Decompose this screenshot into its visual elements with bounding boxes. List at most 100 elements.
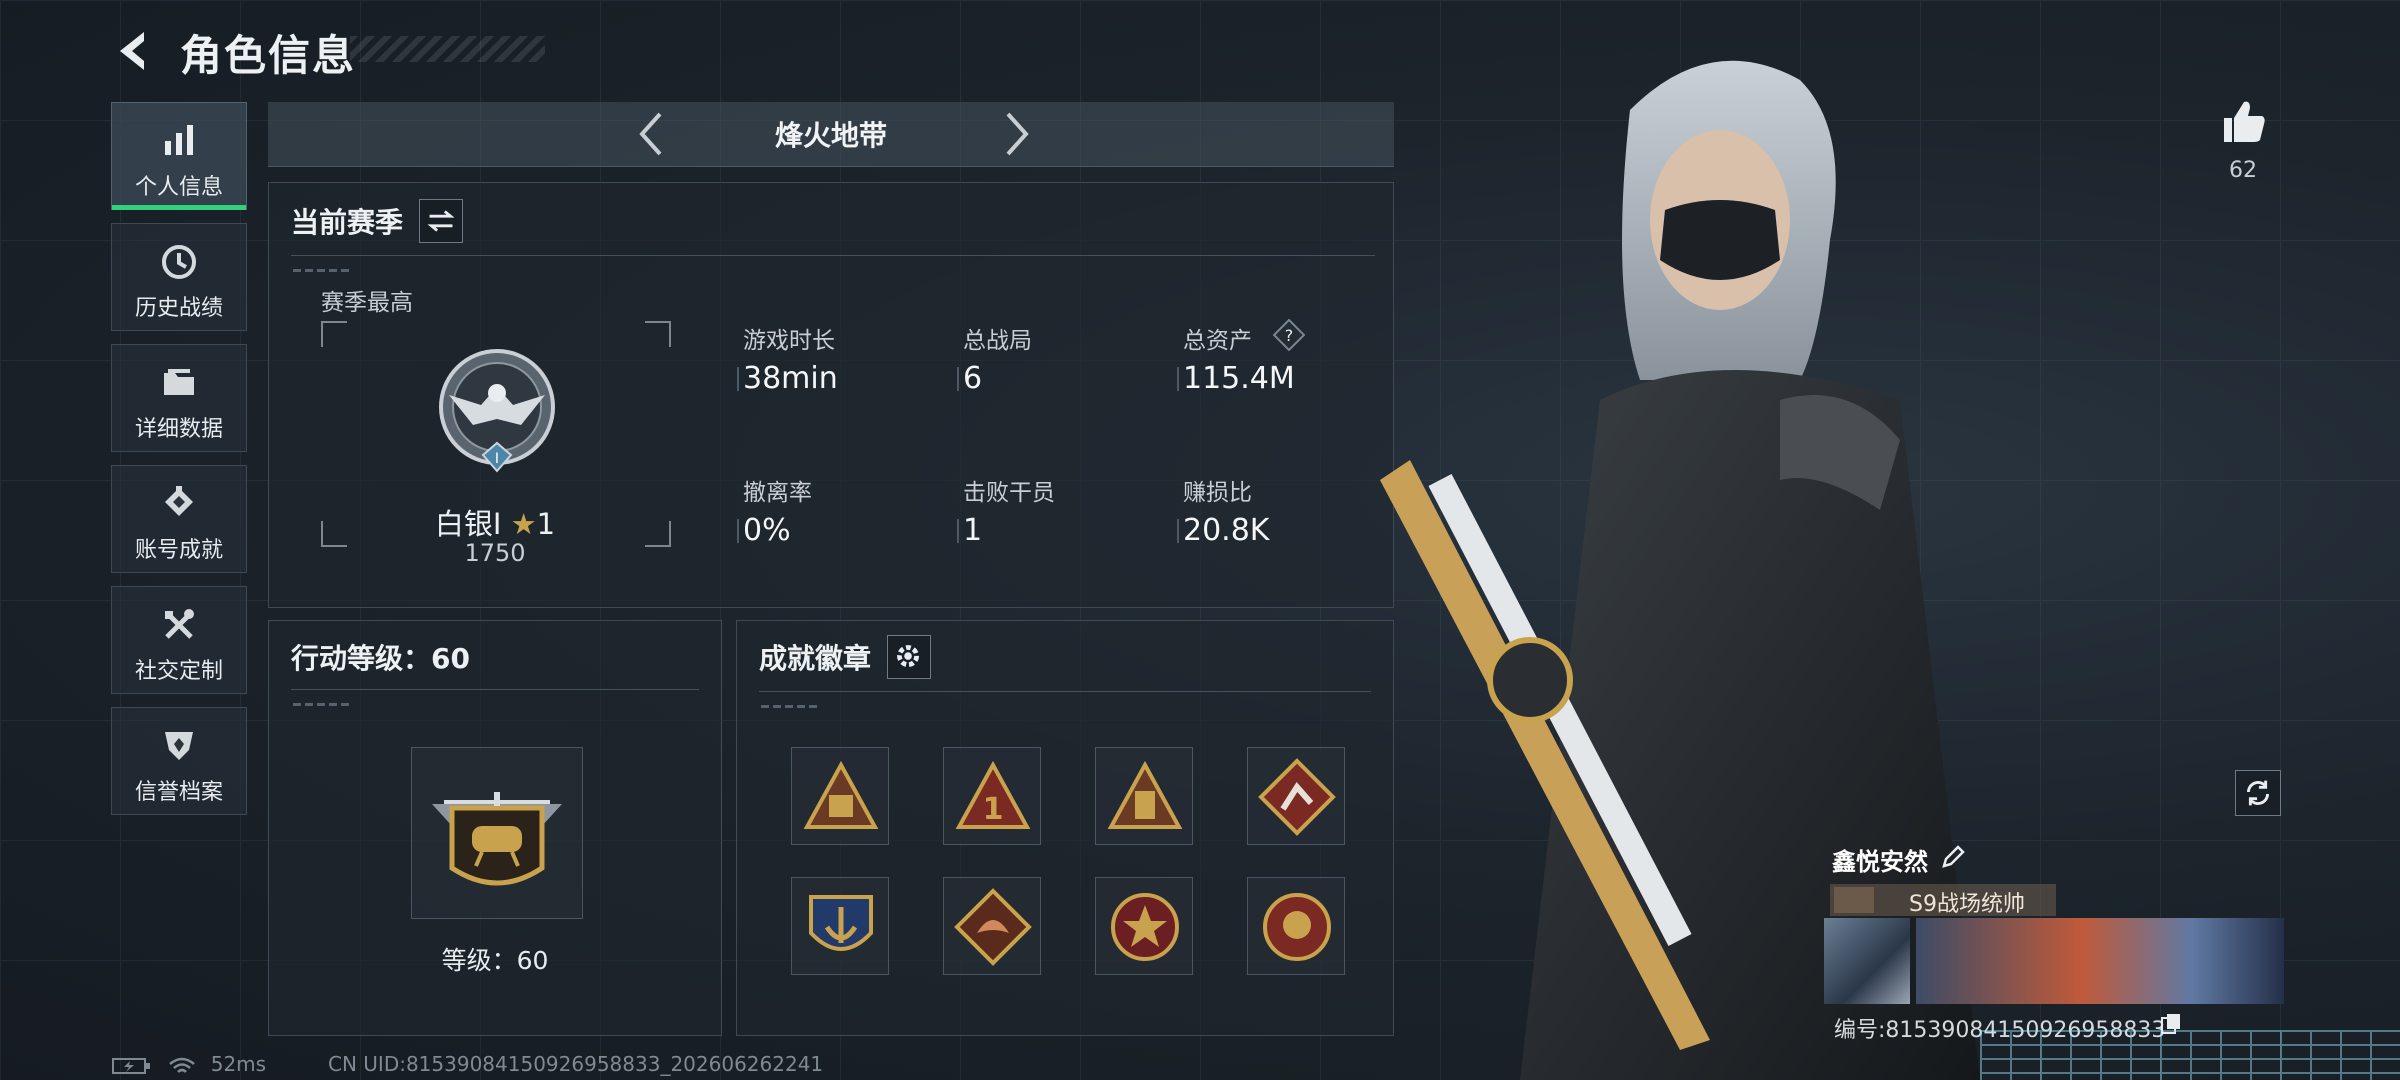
refresh-button[interactable] xyxy=(2235,770,2281,816)
nav-label: 账号成就 xyxy=(134,538,223,563)
nav-label: 个人信息 xyxy=(134,175,223,200)
title-decoration xyxy=(350,36,545,62)
rank-name: 白银I xyxy=(434,507,502,541)
season-panel: 当前赛季 赛季最高 I 白银I ★1 1750 游戏时长 38min 总战局 6… xyxy=(268,182,1394,608)
swap-arrows-icon xyxy=(427,210,455,232)
helicopter-emblem-icon xyxy=(432,792,562,886)
achievement-icon xyxy=(165,486,193,516)
profile-cards xyxy=(1824,918,2284,1004)
silver-rank-eagle-icon: I xyxy=(439,349,555,473)
level-caption: 等级：60 xyxy=(441,946,549,975)
stat-value: 20.8K xyxy=(1183,513,1270,548)
rank-line: 白银I ★1 xyxy=(321,501,669,543)
page-title: 角色信息 xyxy=(180,31,357,80)
nav-label: 历史战绩 xyxy=(134,296,223,321)
stat-separator xyxy=(957,367,959,391)
stat-value: 0% xyxy=(743,513,791,548)
stat-separator xyxy=(1177,519,1179,543)
nav-label: 社交定制 xyxy=(134,659,223,684)
divider xyxy=(291,689,699,690)
level-title: 行动等级：60 xyxy=(291,642,470,675)
thumbs-up-icon[interactable] xyxy=(2218,96,2268,146)
stat-separator xyxy=(737,519,739,543)
tools-icon xyxy=(165,609,194,639)
next-mode-arrow-icon[interactable] xyxy=(992,110,1040,158)
history-clock-icon xyxy=(162,245,196,279)
badge-slot[interactable] xyxy=(1247,877,1345,975)
divider xyxy=(291,255,1375,256)
switch-season-button[interactable] xyxy=(419,199,463,243)
help-icon[interactable]: ? xyxy=(1272,318,1306,352)
badges-panel: 成就徽章 1 xyxy=(736,620,1394,1036)
frame-corner xyxy=(645,321,671,347)
ammo-badge-icon xyxy=(803,760,879,829)
badge-slot[interactable] xyxy=(1095,877,1193,975)
season-title: 当前赛季 xyxy=(291,206,404,239)
gear-icon xyxy=(897,645,920,668)
level-emblem-frame xyxy=(411,747,583,919)
status-bar: 52ms xyxy=(112,1052,266,1076)
tick-decoration xyxy=(293,703,353,706)
mode-selector: 烽火地带 xyxy=(268,102,1394,167)
nav-social[interactable]: 社交定制 xyxy=(111,586,247,694)
refresh-icon xyxy=(2247,780,2269,806)
stat-label: 赚损比 xyxy=(1183,480,1252,506)
bar-chart-icon xyxy=(165,125,193,155)
emblem-badge-icon xyxy=(1263,893,1331,961)
nav-personal-info[interactable]: 个人信息 xyxy=(111,102,247,210)
badge-slot[interactable]: 1 xyxy=(943,747,1041,845)
ping: 52ms xyxy=(210,1052,267,1076)
stat-value: 38min xyxy=(743,361,838,396)
stat-label: 总战局 xyxy=(963,328,1032,354)
folder-icon xyxy=(164,369,194,395)
banner-card[interactable] xyxy=(1916,918,2284,1004)
stat-label: 撤离率 xyxy=(743,480,812,506)
stat-value: 1 xyxy=(963,513,983,548)
dragon-badge-icon xyxy=(954,888,1032,966)
badge-slot[interactable] xyxy=(1247,747,1345,845)
gold-star-icon: ★ xyxy=(510,507,537,541)
divider xyxy=(759,691,1371,692)
nav-label: 详细数据 xyxy=(134,417,223,442)
rank-one-badge-icon: 1 xyxy=(955,760,1031,829)
badge-slot[interactable] xyxy=(791,877,889,975)
nav-detail-data[interactable]: 详细数据 xyxy=(111,344,247,452)
frame-corner xyxy=(321,321,347,347)
crate-badge-icon xyxy=(1107,760,1183,829)
nav-label: 信誉档案 xyxy=(134,780,223,805)
nav-reputation[interactable]: 信誉档案 xyxy=(111,707,247,815)
stat-label: 击败干员 xyxy=(963,480,1055,506)
badge-slot[interactable] xyxy=(943,877,1041,975)
battery-icon xyxy=(112,1057,150,1074)
season-best-label: 赛季最高 xyxy=(321,290,413,316)
floor-grid-decoration xyxy=(1980,1030,2400,1080)
runner-badge-icon xyxy=(1258,758,1336,836)
player-title-banner: S9战场统帅 xyxy=(1830,884,2056,917)
badge-slot[interactable] xyxy=(1095,747,1193,845)
badge-settings-button[interactable] xyxy=(887,635,931,679)
stat-label: 总资产 xyxy=(1183,328,1252,354)
stat-separator xyxy=(957,519,959,543)
anchor-badge-icon xyxy=(809,895,873,951)
tick-decoration xyxy=(761,705,821,708)
rank-score: 1750 xyxy=(464,539,526,567)
stat-separator xyxy=(737,367,739,391)
rank-stars: 1 xyxy=(536,507,556,541)
stat-separator xyxy=(1177,367,1179,391)
badge-slot[interactable] xyxy=(791,747,889,845)
shield-icon xyxy=(165,732,193,760)
side-nav: 个人信息 历史战绩 详细数据 账号成就 社交定制 信誉档案 xyxy=(111,102,249,828)
stat-label: 游戏时长 xyxy=(743,328,835,354)
level-panel: 行动等级：60 等级：60 xyxy=(268,620,722,1036)
nav-history[interactable]: 历史战绩 xyxy=(111,223,247,331)
title-thumbnail xyxy=(1834,887,1874,913)
tick-decoration xyxy=(293,269,353,272)
nav-achievements[interactable]: 账号成就 xyxy=(111,465,247,573)
svg-text:?: ? xyxy=(1285,326,1294,345)
edit-name-icon[interactable] xyxy=(1940,844,1966,870)
avatar-card[interactable] xyxy=(1824,918,1910,1004)
like-count: 62 xyxy=(2229,158,2257,183)
star-badge-icon xyxy=(1111,893,1179,961)
player-title: S9战场统帅 xyxy=(1909,892,2025,917)
back-arrow-icon[interactable] xyxy=(112,28,158,74)
